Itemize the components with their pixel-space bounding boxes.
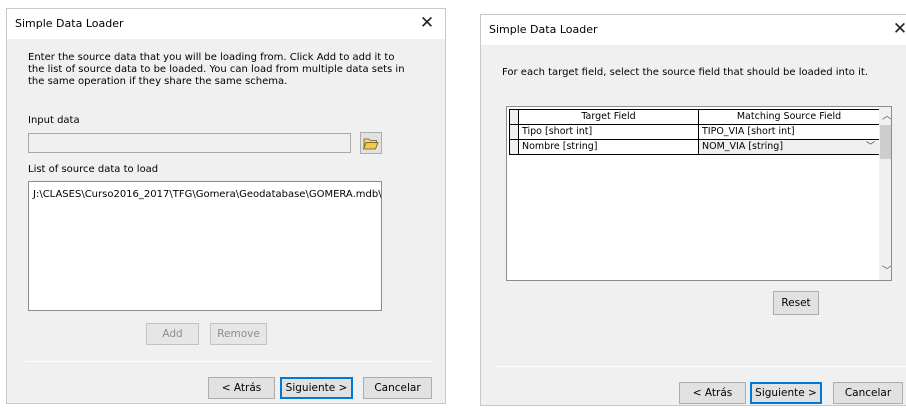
dialog-title: Simple Data Loader bbox=[15, 17, 124, 30]
source-data-list[interactable]: J:\CLASES\Curso2016_2017\TFG\Gomera\Geod… bbox=[28, 181, 382, 311]
next-button[interactable]: Siguiente > bbox=[280, 377, 353, 399]
close-icon[interactable]: ✕ bbox=[417, 13, 437, 33]
title-bar: Simple Data Loader ✕ bbox=[481, 15, 906, 45]
back-button[interactable]: < Atrás bbox=[208, 377, 275, 399]
source-field-dropdown[interactable]: NOM_VIA [string] ﹀ bbox=[698, 139, 880, 155]
input-data-label: Input data bbox=[28, 115, 80, 126]
intro-line-1: Enter the source data that you will be l… bbox=[28, 52, 395, 63]
dropdown-value: NOM_VIA [string] bbox=[702, 141, 784, 152]
chevron-down-icon[interactable]: ﹀ bbox=[879, 264, 891, 280]
target-field-cell: Tipo [short int] bbox=[518, 124, 699, 140]
title-bar: Simple Data Loader ✕ bbox=[7, 9, 445, 39]
source-list-label: List of source data to load bbox=[28, 164, 159, 175]
simple-data-loader-dialog-add: Simple Data Loader ✕ Enter the source da… bbox=[6, 8, 446, 404]
dialog-title: Simple Data Loader bbox=[489, 23, 598, 36]
chevron-up-icon[interactable]: ︿ bbox=[879, 109, 891, 125]
cancel-button[interactable]: Cancelar bbox=[363, 377, 432, 399]
field-matching-grid[interactable]: Target Field Matching Source Field Tipo … bbox=[506, 106, 892, 281]
column-header-source: Matching Source Field bbox=[698, 109, 880, 125]
target-field-cell: Nombre [string] bbox=[518, 139, 699, 155]
chevron-down-icon[interactable]: ﹀ bbox=[866, 140, 875, 154]
intro-line-3: the same operation if they share the sam… bbox=[28, 76, 288, 87]
divider bbox=[495, 366, 906, 367]
add-button[interactable]: Add bbox=[146, 323, 199, 345]
next-button[interactable]: Siguiente > bbox=[750, 382, 822, 404]
reset-button[interactable]: Reset bbox=[773, 291, 819, 315]
intro-line-2: the list of source data to be loaded. Yo… bbox=[28, 64, 405, 75]
cancel-button[interactable]: Cancelar bbox=[833, 382, 903, 404]
input-data-field[interactable] bbox=[28, 133, 351, 153]
intro-text: For each target field, select the source… bbox=[502, 67, 868, 78]
list-item[interactable]: J:\CLASES\Curso2016_2017\TFG\Gomera\Geod… bbox=[33, 189, 381, 200]
remove-button[interactable]: Remove bbox=[210, 323, 267, 345]
vertical-scrollbar[interactable]: ︿ ﹀ bbox=[879, 107, 891, 280]
back-button[interactable]: < Atrás bbox=[679, 382, 746, 404]
simple-data-loader-dialog-match-fields: Simple Data Loader ✕ For each target fie… bbox=[480, 14, 906, 406]
close-icon[interactable]: ✕ bbox=[890, 19, 906, 39]
divider bbox=[25, 361, 433, 362]
column-header-target: Target Field bbox=[518, 109, 699, 125]
browse-button[interactable] bbox=[360, 132, 382, 154]
source-field-cell[interactable]: TIPO_VIA [short int] bbox=[698, 124, 880, 140]
scrollbar-thumb[interactable] bbox=[880, 125, 891, 159]
folder-open-icon bbox=[362, 138, 379, 150]
